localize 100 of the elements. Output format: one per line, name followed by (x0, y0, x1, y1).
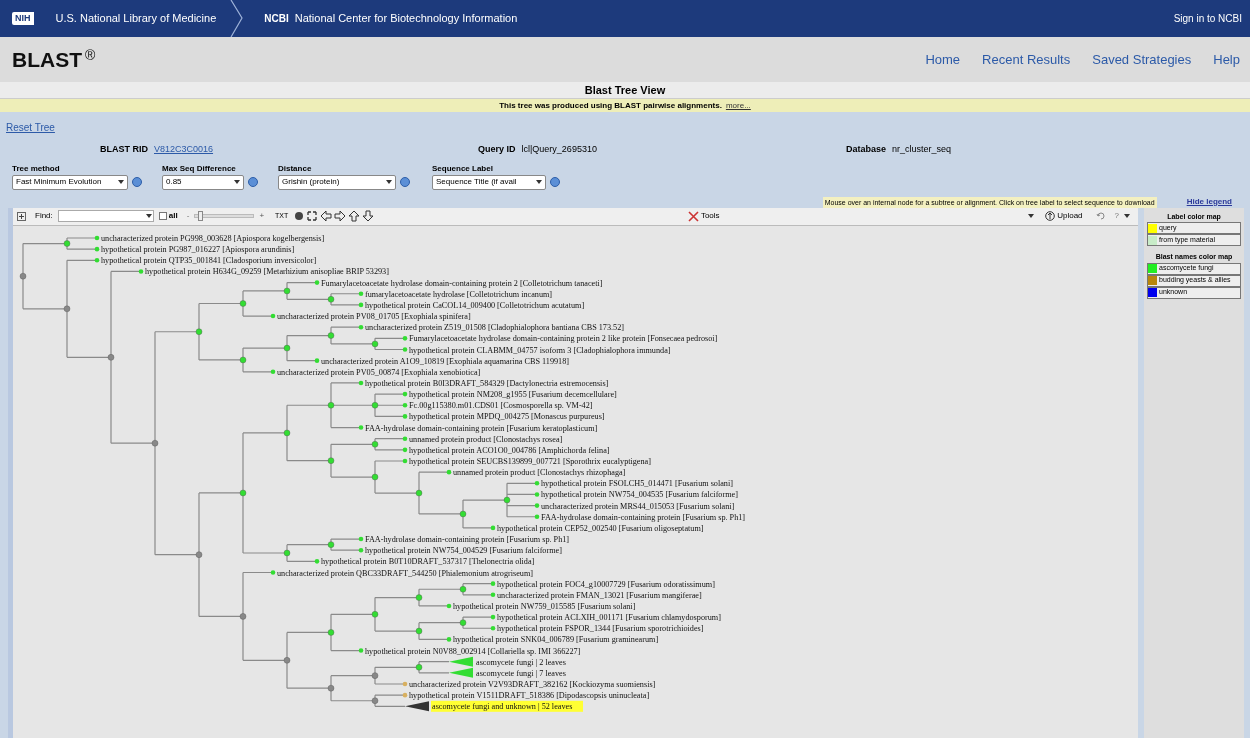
leaf-label[interactable]: hypothetical protein NW759_015585 [Fusarium solani] (453, 601, 636, 611)
leaf-node-icon[interactable] (490, 525, 496, 530)
leaf-label[interactable]: hypothetical protein NM208_g1955 [Fusarium decemcellulare] (409, 389, 617, 399)
leaf-label[interactable]: ascomycete fungi | 7 leaves (476, 668, 566, 678)
leaf-label[interactable]: hypothetical protein NW754_004535 [Fusarium falciforme] (541, 489, 738, 499)
leaf-label[interactable]: ascomycete fungi | 2 leaves (476, 657, 566, 667)
refresh-icon[interactable] (1095, 211, 1106, 221)
leaf-node-icon[interactable] (314, 558, 320, 564)
hide-legend-link[interactable]: Hide legend (1186, 195, 1232, 208)
nav-link[interactable]: Recent Results (982, 49, 1071, 70)
leaf-node-icon[interactable] (534, 513, 540, 519)
option-select[interactable]: Fast Minimum Evolution (12, 174, 128, 190)
tree-node-icon[interactable] (415, 593, 423, 601)
leaf-label[interactable]: hypothetical protein SNK04_006789 [Fusarium graminearum] (453, 634, 659, 644)
leaf-label[interactable]: uncharacterized protein Z519_01508 [Cladophialophora bantiana CBS 173.52] (365, 322, 624, 332)
tree-node-icon[interactable] (415, 663, 423, 670)
reset-tree-link[interactable]: Reset Tree (6, 122, 55, 133)
nav-link[interactable]: Home (925, 49, 961, 70)
option-select[interactable]: Sequence Title (if avail (432, 174, 546, 190)
leaf-node-icon[interactable] (402, 391, 408, 396)
tree-node-icon[interactable] (327, 456, 335, 464)
leaf-label[interactable]: hypothetical protein ACO1O0_004786 [Amphichorda felina] (409, 445, 610, 455)
leaf-label[interactable]: hypothetical protein H634G_09259 [Metarhizium anisopliae BRIP 53293] (145, 266, 389, 276)
tree-node-icon[interactable] (415, 627, 423, 634)
tree-node-icon[interactable] (415, 489, 423, 496)
leaf-node-icon[interactable] (534, 491, 540, 497)
tree-node-icon[interactable] (327, 331, 335, 339)
help-icon[interactable] (550, 177, 560, 187)
leaf-node-icon[interactable] (446, 469, 452, 474)
leaf-node-icon[interactable] (446, 636, 452, 642)
tools-button[interactable]: Tools (687, 210, 720, 222)
leaf-node-icon[interactable] (402, 413, 408, 419)
leaf-node-icon[interactable] (314, 357, 320, 363)
leaf-label[interactable]: uncharacterized protein PG998_003628 [Apiospora kogelbergensis] (101, 233, 325, 243)
leaf-node-icon[interactable] (270, 569, 276, 575)
leaf-node-icon[interactable] (270, 313, 276, 318)
leaf-label[interactable]: hypothetical protein CaCOL14_009400 [Colletotrichum acutatum] (365, 300, 585, 310)
leaf-node-icon[interactable] (490, 592, 496, 597)
tree-node-icon[interactable] (503, 496, 511, 503)
tree-node-icon[interactable] (459, 510, 467, 517)
leaf-node-icon[interactable] (270, 369, 276, 374)
leaf-node-icon[interactable] (446, 603, 452, 608)
tree-node-icon[interactable] (371, 340, 379, 347)
tree-node-icon[interactable] (107, 353, 115, 361)
tree-node-icon[interactable] (195, 551, 203, 558)
help-icon[interactable] (132, 177, 142, 187)
nav-link[interactable]: Help (1213, 49, 1240, 70)
tree-node-icon[interactable] (63, 305, 71, 312)
leaf-label[interactable]: hypothetical protein V1511DRAFT_518386 [Dipodascopsis uninucleata] (409, 690, 650, 700)
tree-node-icon[interactable] (327, 684, 335, 691)
leaf-label[interactable]: unnamed protein product [Clonostachys rhizophaga] (453, 467, 626, 477)
tree-node-icon[interactable] (371, 697, 379, 704)
leaf-label[interactable]: hypothetical protein CLABMM_04757 isoform 3 [Cladophialophora immunda] (409, 345, 671, 354)
leaf-label[interactable]: uncharacterized protein QBC33DRAFT_544250 [Phialemonium atrogriseum] (277, 568, 534, 577)
leaf-node-icon[interactable] (490, 625, 496, 631)
ncbi-link[interactable]: National Center for Biotechnology Information (294, 10, 518, 27)
leaf-label[interactable]: fumarylacetoacetate hydrolase [Colletotrichum incanum] (365, 289, 553, 299)
leaf-label[interactable]: hypothetical protein QTP35_001841 [Cladosporium inversicolor] (101, 255, 317, 265)
leaf-node-icon[interactable] (358, 424, 364, 430)
tree-node-icon[interactable] (283, 344, 291, 351)
leaf-label[interactable]: FAA-hydrolase domain-containing protein [Fusarium sp. Ph1] (365, 534, 570, 544)
leaf-node-icon[interactable] (402, 435, 408, 441)
leaf-label[interactable]: hypothetical protein FSPOR_1344 [Fusarium sporotrichioides] (497, 623, 704, 633)
tree-node-icon[interactable] (239, 489, 247, 496)
help-icon[interactable] (400, 177, 410, 187)
leaf-label[interactable]: hypothetical protein FOC4_g10007729 [Fusarium odoratissimum] (497, 579, 715, 589)
leaf-label[interactable]: Fc.00g115380.m01.CDS01 [Cosmosporella sp. VM-42] (409, 400, 593, 410)
tree-node-icon[interactable] (327, 540, 335, 548)
tree-node-icon[interactable] (283, 656, 291, 663)
more-link[interactable]: more... (725, 99, 751, 112)
leaf-label[interactable]: hypothetical protein N0V88_002914 [Collariella sp. IMI 366227] (365, 646, 581, 656)
leaf-label[interactable]: hypothetical protein B0T10DRAFT_537317 [Thelonectria olida] (321, 556, 535, 566)
leaf-node-icon[interactable] (358, 302, 364, 307)
zoom-out-button[interactable]: - (186, 210, 190, 222)
leaf-node-icon[interactable] (358, 647, 364, 653)
tree-node-icon[interactable] (459, 618, 467, 626)
leaf-node-icon[interactable] (358, 380, 364, 385)
collapsed-subtree-icon[interactable] (405, 700, 429, 711)
tree-node-icon[interactable] (195, 328, 203, 335)
slider-thumb[interactable] (198, 211, 204, 221)
leaf-label[interactable]: ascomycete fungi and unknown | 52 leaves (431, 700, 583, 712)
leaf-label[interactable]: uncharacterized protein FMAN_13021 [Fusarium mangiferae] (497, 590, 702, 600)
tree-node-icon[interactable] (239, 299, 247, 307)
leaf-label[interactable]: uncharacterized protein PV08_01705 [Exophiala spinifera] (277, 311, 471, 321)
leaf-node-icon[interactable] (402, 402, 408, 408)
leaf-node-icon[interactable] (534, 480, 540, 486)
leaf-node-icon[interactable] (534, 502, 540, 508)
leaf-label[interactable]: hypothetical protein NW754_004529 [Fusarium falciforme] (365, 545, 562, 555)
leaf-node-icon[interactable] (402, 458, 408, 463)
tree-node-icon[interactable] (283, 429, 291, 436)
leaf-node-icon[interactable] (358, 536, 364, 541)
ncbi-logo[interactable]: NCBI (264, 11, 289, 26)
tree-node-icon[interactable] (371, 473, 379, 480)
leaf-node-icon[interactable] (94, 235, 100, 240)
upload-button[interactable]: Upload (1045, 210, 1083, 222)
sign-in-link[interactable]: Sign in to NCBI (1173, 11, 1242, 26)
find-field[interactable] (57, 210, 154, 222)
help-icon[interactable] (248, 177, 258, 187)
leaf-node-icon[interactable] (402, 692, 408, 697)
tree-node-icon[interactable] (371, 610, 379, 617)
